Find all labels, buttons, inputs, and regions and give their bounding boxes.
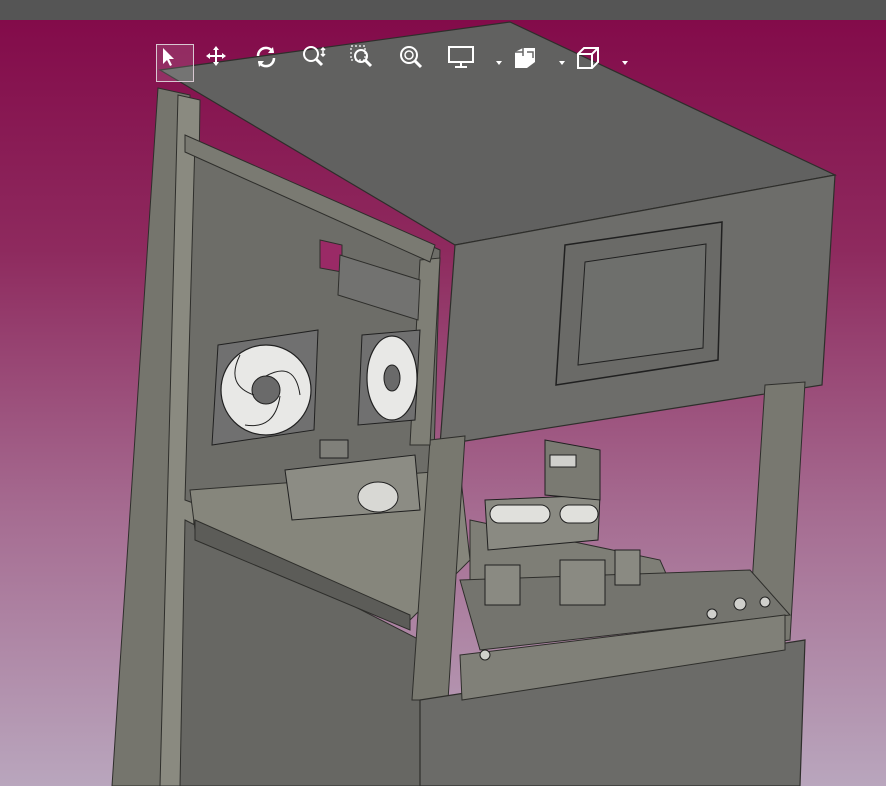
hmi-screen [577, 243, 707, 366]
zoom-window-tool-button[interactable] [349, 44, 387, 82]
3d-viewport[interactable] [0, 20, 886, 786]
fan-right [357, 329, 421, 426]
display-mode-dropdown[interactable] [494, 58, 504, 68]
gripper-assembly [484, 439, 641, 606]
bolt [733, 597, 747, 611]
bolt [706, 608, 718, 620]
view-toolbar [156, 44, 636, 82]
bolt [479, 649, 491, 661]
machine-model [111, 21, 837, 786]
section-view-button[interactable] [511, 44, 549, 82]
title-bar [0, 0, 886, 20]
rear-opening [319, 239, 343, 273]
select-tool-button[interactable] [156, 44, 194, 82]
pan-tool-button[interactable] [204, 44, 242, 82]
view-orientation-button[interactable] [574, 44, 612, 82]
view-orientation-dropdown[interactable] [620, 58, 630, 68]
zoom-tool-button[interactable] [301, 44, 339, 82]
fan-left [211, 329, 319, 446]
rotate-tool-button[interactable] [253, 44, 291, 82]
display-mode-button[interactable] [447, 44, 485, 82]
zoom-fit-tool-button[interactable] [398, 44, 436, 82]
section-view-dropdown[interactable] [557, 58, 567, 68]
bolt [759, 596, 771, 608]
